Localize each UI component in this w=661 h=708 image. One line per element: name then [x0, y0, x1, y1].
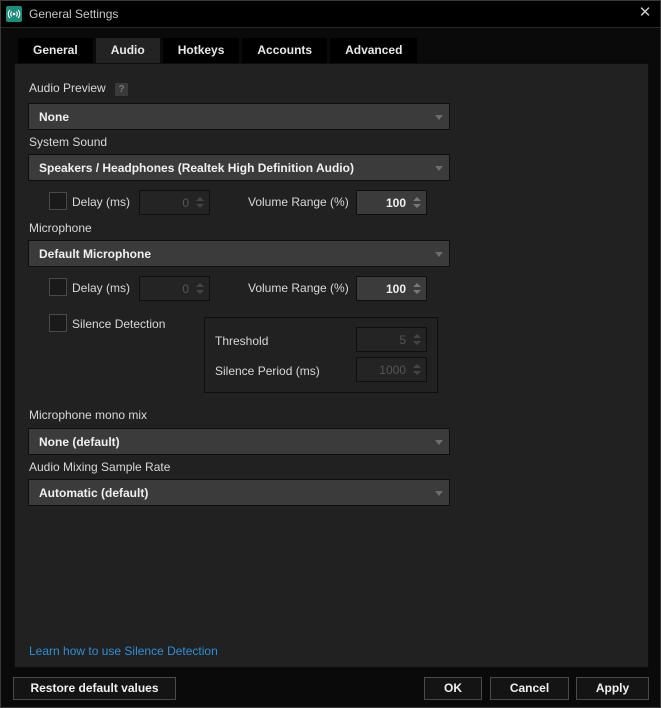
system-delay-checkbox[interactable] [49, 192, 67, 210]
mic-delay-value: 0 [182, 282, 189, 296]
tab-accounts[interactable]: Accounts [242, 38, 328, 63]
tab-audio[interactable]: Audio [95, 38, 160, 64]
title-bar[interactable]: General Settings ✕ [1, 1, 660, 28]
chevron-down-icon [435, 440, 443, 445]
chevron-down-icon [435, 115, 443, 120]
tab-advanced[interactable]: Advanced [330, 38, 418, 63]
silence-detection-label: Silence Detection [72, 317, 166, 331]
spin-arrows-icon[interactable] [413, 283, 421, 295]
mic-delay-label: Delay (ms) [72, 281, 131, 295]
mic-delay-checkbox[interactable] [49, 278, 67, 296]
microphone-value: Default Microphone [39, 247, 152, 261]
chevron-down-icon [435, 166, 443, 171]
close-icon[interactable]: ✕ [638, 5, 652, 21]
chevron-down-icon [435, 252, 443, 257]
microphone-label: Microphone [29, 221, 92, 235]
system-delay-input[interactable]: 0 [139, 190, 210, 215]
silence-period-value: 1000 [379, 363, 406, 377]
system-delay-label: Delay (ms) [72, 195, 131, 209]
broadcast-wave-icon [6, 6, 22, 22]
mono-mix-dropdown[interactable]: None (default) [28, 428, 450, 455]
silence-period-label: Silence Period (ms) [215, 364, 320, 378]
tab-general[interactable]: General [18, 38, 93, 63]
mic-volume-input[interactable]: 100 [356, 276, 427, 301]
silence-period-input[interactable]: 1000 [356, 357, 427, 382]
chevron-down-icon [435, 491, 443, 496]
microphone-dropdown[interactable]: Default Microphone [28, 240, 450, 267]
mic-delay-input[interactable]: 0 [139, 276, 210, 301]
silence-detection-group: Threshold 5 Silence Period (ms) 1000 [204, 317, 438, 393]
audio-preview-label: Audio Preview [29, 81, 106, 95]
system-volume-value: 100 [385, 196, 406, 210]
mono-mix-label: Microphone mono mix [29, 408, 148, 422]
sample-rate-dropdown[interactable]: Automatic (default) [28, 479, 450, 506]
system-volume-input[interactable]: 100 [356, 190, 427, 215]
learn-silence-detection-link[interactable]: Learn how to use Silence Detection [29, 644, 218, 658]
sample-rate-label: Audio Mixing Sample Rate [29, 460, 171, 474]
spin-arrows-icon[interactable] [413, 334, 421, 346]
system-sound-dropdown[interactable]: Speakers / Headphones (Realtek High Defi… [28, 154, 450, 181]
restore-defaults-button[interactable]: Restore default values [13, 677, 176, 700]
system-sound-value: Speakers / Headphones (Realtek High Defi… [39, 161, 354, 175]
spin-arrows-icon[interactable] [413, 197, 421, 209]
tab-bar: General Audio Hotkeys Accounts Advanced [18, 38, 418, 64]
cancel-button[interactable]: Cancel [490, 677, 569, 700]
spin-arrows-icon[interactable] [196, 283, 204, 295]
system-volume-label: Volume Range (%) [248, 195, 349, 209]
ok-button[interactable]: OK [424, 677, 482, 700]
threshold-input[interactable]: 5 [356, 327, 427, 352]
silence-detection-checkbox[interactable] [49, 314, 67, 332]
spin-arrows-icon[interactable] [413, 364, 421, 376]
threshold-label: Threshold [215, 334, 269, 348]
tab-hotkeys[interactable]: Hotkeys [162, 38, 240, 63]
apply-button[interactable]: Apply [576, 677, 649, 700]
audio-preview-dropdown[interactable]: None [28, 103, 450, 130]
system-sound-label: System Sound [29, 135, 108, 149]
window-title: General Settings [29, 7, 119, 21]
audio-preview-value: None [39, 110, 69, 124]
help-icon[interactable]: ? [115, 83, 128, 96]
mic-volume-value: 100 [385, 282, 406, 296]
system-delay-value: 0 [182, 196, 189, 210]
mono-mix-value: None (default) [39, 435, 120, 449]
audio-settings-panel: Audio Preview ? None System Sound Speake… [14, 63, 649, 668]
settings-window: General Settings ✕ General Audio Hotkeys… [0, 0, 661, 708]
mic-volume-label: Volume Range (%) [248, 281, 349, 295]
sample-rate-value: Automatic (default) [39, 486, 149, 500]
spin-arrows-icon[interactable] [196, 197, 204, 209]
threshold-value: 5 [399, 333, 406, 347]
